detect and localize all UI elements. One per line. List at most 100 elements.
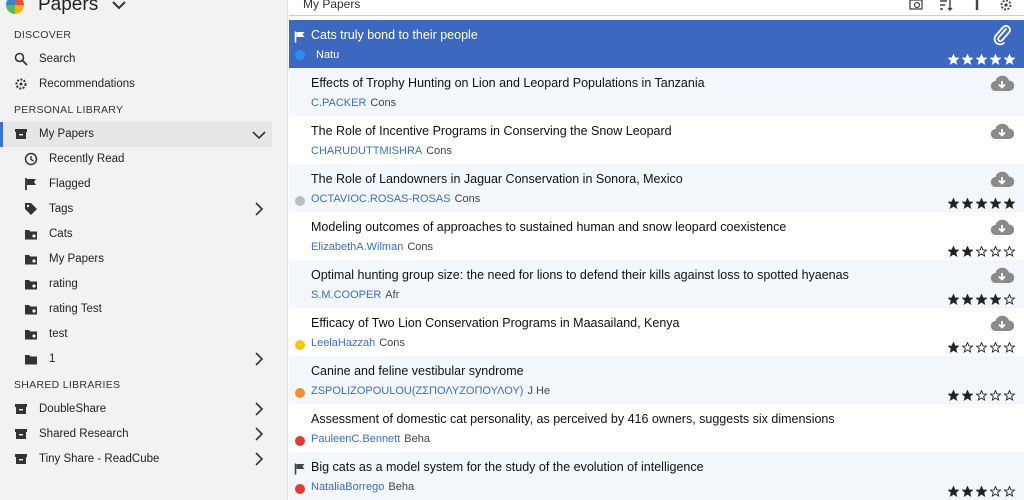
cloud-download-icon[interactable] bbox=[990, 122, 1015, 140]
chevron-down-icon[interactable] bbox=[252, 130, 266, 140]
star-filled-icon[interactable] bbox=[962, 54, 973, 65]
star-filled-icon[interactable] bbox=[976, 54, 987, 65]
chevron-right-icon[interactable] bbox=[254, 427, 264, 441]
chevron-right-icon[interactable] bbox=[254, 452, 264, 466]
star-empty-icon[interactable] bbox=[976, 246, 987, 257]
paper-row[interactable]: Effects of Trophy Hunting on Lion and Le… bbox=[289, 68, 1024, 116]
settings-icon[interactable] bbox=[999, 0, 1013, 12]
cloud-download-icon[interactable] bbox=[990, 314, 1015, 332]
star-filled-icon[interactable] bbox=[962, 198, 973, 209]
star-empty-icon[interactable] bbox=[990, 246, 1001, 257]
paper-row[interactable]: The Role of Landowners in Jaguar Conserv… bbox=[289, 164, 1024, 212]
paper-row[interactable]: Efficacy of Two Lion Conservation Progra… bbox=[289, 308, 1024, 356]
star-filled-icon[interactable] bbox=[976, 198, 987, 209]
paperclip-icon[interactable] bbox=[992, 24, 1012, 46]
chevron-right-icon[interactable] bbox=[254, 352, 264, 366]
sidebar-item-personal-1[interactable]: Recently Read bbox=[0, 147, 272, 172]
sidebar-item-discover-0[interactable]: Search bbox=[0, 47, 272, 72]
star-filled-icon[interactable] bbox=[962, 486, 973, 497]
star-filled-icon[interactable] bbox=[948, 342, 959, 353]
sort-icon[interactable] bbox=[939, 0, 953, 12]
star-empty-icon[interactable] bbox=[1004, 294, 1015, 305]
sidebar-item-personal-0[interactable]: My Papers bbox=[0, 122, 272, 147]
star-empty-icon[interactable] bbox=[962, 342, 973, 353]
star-filled-icon[interactable] bbox=[962, 246, 973, 257]
star-filled-icon[interactable] bbox=[1004, 198, 1015, 209]
star-empty-icon[interactable] bbox=[990, 342, 1001, 353]
star-filled-icon[interactable] bbox=[976, 486, 987, 497]
sidebar-item-shared-1[interactable]: Shared Research bbox=[0, 422, 272, 447]
star-filled-icon[interactable] bbox=[962, 390, 973, 401]
paper-title[interactable]: Assessment of domestic cat personality, … bbox=[311, 412, 835, 426]
star-filled-icon[interactable] bbox=[948, 198, 959, 209]
paper-row[interactable]: Canine and feline vestibular syndrome ZSP… bbox=[289, 356, 1024, 404]
paper-title[interactable]: The Role of Landowners in Jaguar Conserv… bbox=[311, 172, 683, 186]
cloud-download-icon[interactable] bbox=[990, 266, 1015, 284]
paper-title[interactable]: Optimal hunting group size: the need for… bbox=[311, 268, 849, 282]
paper-row[interactable]: Assessment of domestic cat personality, … bbox=[289, 404, 1024, 452]
sidebar-item-label: rating Test bbox=[49, 303, 102, 315]
star-rating[interactable] bbox=[948, 246, 1015, 257]
star-empty-icon[interactable] bbox=[976, 342, 987, 353]
flag-icon[interactable] bbox=[294, 30, 306, 43]
star-empty-icon[interactable] bbox=[1004, 486, 1015, 497]
star-filled-icon[interactable] bbox=[990, 294, 1001, 305]
paper-title[interactable]: Efficacy of Two Lion Conservation Progra… bbox=[311, 316, 679, 330]
paper-title[interactable]: Big cats as a model system for the study… bbox=[311, 460, 704, 474]
star-filled-icon[interactable] bbox=[948, 54, 959, 65]
paper-title[interactable]: The Role of Incentive Programs in Conser… bbox=[311, 124, 672, 138]
star-filled-icon[interactable] bbox=[990, 54, 1001, 65]
star-filled-icon[interactable] bbox=[1004, 54, 1015, 65]
star-rating[interactable] bbox=[948, 486, 1015, 497]
star-rating[interactable] bbox=[948, 342, 1015, 353]
search-list-icon[interactable] bbox=[909, 0, 923, 12]
paper-row[interactable]: Big cats as a model system for the study… bbox=[289, 452, 1024, 500]
sidebar-item-personal-3[interactable]: Tags bbox=[0, 197, 272, 222]
star-filled-icon[interactable] bbox=[948, 390, 959, 401]
star-rating[interactable] bbox=[948, 390, 1015, 401]
chevron-right-icon[interactable] bbox=[254, 202, 264, 216]
star-rating[interactable] bbox=[948, 294, 1015, 305]
paper-row[interactable]: Cats truly bond to their people Natu bbox=[289, 20, 1024, 68]
sidebar-item-discover-1[interactable]: Recommendations bbox=[0, 72, 272, 97]
star-filled-icon[interactable] bbox=[948, 246, 959, 257]
cloud-download-icon[interactable] bbox=[990, 218, 1015, 236]
star-empty-icon[interactable] bbox=[1004, 246, 1015, 257]
star-filled-icon[interactable] bbox=[948, 294, 959, 305]
star-empty-icon[interactable] bbox=[976, 390, 987, 401]
app-header[interactable]: Papers bbox=[0, 0, 287, 20]
star-filled-icon[interactable] bbox=[962, 294, 973, 305]
attachment-filter-icon[interactable] bbox=[971, 0, 985, 12]
sidebar-item-personal-6[interactable]: rating bbox=[0, 272, 272, 297]
star-rating[interactable] bbox=[948, 198, 1015, 209]
sidebar-item-personal-2[interactable]: Flagged bbox=[0, 172, 272, 197]
star-filled-icon[interactable] bbox=[990, 198, 1001, 209]
paper-title[interactable]: Cats truly bond to their people bbox=[311, 28, 478, 42]
star-empty-icon[interactable] bbox=[1004, 342, 1015, 353]
star-rating[interactable] bbox=[948, 54, 1015, 65]
paper-row[interactable]: Optimal hunting group size: the need for… bbox=[289, 260, 1024, 308]
sidebar-item-personal-7[interactable]: rating Test bbox=[0, 297, 272, 322]
cloud-download-icon[interactable] bbox=[990, 74, 1015, 92]
star-empty-icon[interactable] bbox=[990, 486, 1001, 497]
sidebar-item-personal-8[interactable]: test bbox=[0, 322, 272, 347]
flag-icon[interactable] bbox=[294, 462, 306, 475]
star-filled-icon[interactable] bbox=[948, 486, 959, 497]
paper-title[interactable]: Canine and feline vestibular syndrome bbox=[311, 364, 524, 378]
paper-title[interactable]: Modeling outcomes of approaches to susta… bbox=[311, 220, 786, 234]
star-empty-icon[interactable] bbox=[990, 390, 1001, 401]
paper-title[interactable]: Effects of Trophy Hunting on Lion and Le… bbox=[311, 76, 705, 90]
cloud-download-icon[interactable] bbox=[990, 170, 1015, 188]
sidebar-item-shared-2[interactable]: Tiny Share - ReadCube bbox=[0, 447, 272, 472]
star-filled-icon[interactable] bbox=[976, 294, 987, 305]
chevron-right-icon[interactable] bbox=[254, 402, 264, 416]
flag-icon bbox=[24, 177, 38, 191]
sidebar-item-personal-9[interactable]: 1 bbox=[0, 347, 272, 372]
paper-row[interactable]: The Role of Incentive Programs in Conser… bbox=[289, 116, 1024, 164]
star-empty-icon[interactable] bbox=[1004, 390, 1015, 401]
sidebar-item-shared-0[interactable]: DoubleShare bbox=[0, 397, 272, 422]
sidebar-item-personal-4[interactable]: Cats bbox=[0, 222, 272, 247]
chevron-down-icon[interactable] bbox=[110, 0, 128, 14]
sidebar-item-personal-5[interactable]: My Papers bbox=[0, 247, 272, 272]
paper-row[interactable]: Modeling outcomes of approaches to susta… bbox=[289, 212, 1024, 260]
